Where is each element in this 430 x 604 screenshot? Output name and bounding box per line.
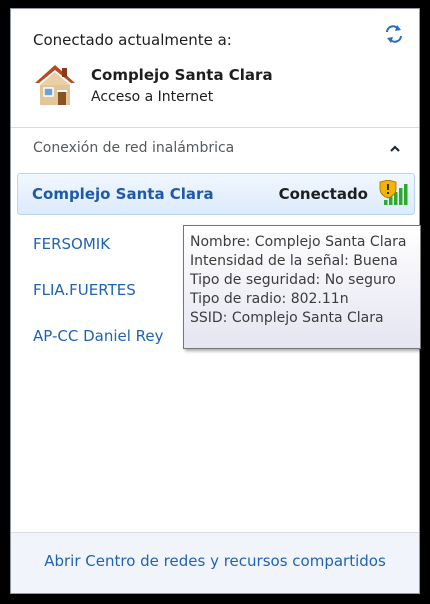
signal-strength-icon	[379, 180, 408, 205]
chevron-up-icon[interactable]	[387, 141, 403, 157]
active-network-name: Complejo Santa Clara	[32, 185, 214, 203]
house-icon	[35, 65, 75, 105]
tooltip-name: Nombre: Complejo Santa Clara	[190, 234, 407, 250]
connection-header: Conectado actualmente a: Complejo Santa …	[11, 9, 419, 127]
wireless-section-header[interactable]: Conexión de red inalámbrica	[11, 131, 419, 169]
network-center-link[interactable]: Abrir Centro de redes y recursos compart…	[11, 552, 419, 570]
current-network-access: Acceso a Internet	[91, 89, 214, 105]
security-warning-icon	[379, 180, 397, 199]
network-item-active[interactable]: Complejo Santa Clara Conectado	[17, 173, 415, 215]
tooltip-security: Tipo de seguridad: No seguro	[190, 272, 396, 288]
network-item-ap-cc-daniel-rey[interactable]: AP-CC Daniel Rey	[33, 327, 164, 345]
network-item-flia-fuertes[interactable]: FLIA.FUERTES	[33, 281, 136, 299]
tooltip-ssid: SSID: Complejo Santa Clara	[190, 310, 384, 326]
connection-status: Conectado	[278, 185, 368, 203]
network-tooltip: Nombre: Complejo Santa Clara Intensidad …	[183, 225, 421, 349]
network-flyout: Conectado actualmente a: Complejo Santa …	[10, 8, 421, 594]
section-label: Conexión de red inalámbrica	[33, 140, 235, 156]
tooltip-radio: Tipo de radio: 802.11n	[190, 291, 349, 307]
header-divider	[11, 127, 419, 128]
network-item-fersomik[interactable]: FERSOMIK	[33, 235, 110, 253]
connected-title: Conectado actualmente a:	[33, 31, 232, 49]
tooltip-signal: Intensidad de la señal: Buena	[190, 253, 398, 269]
footer: Abrir Centro de redes y recursos compart…	[11, 532, 419, 593]
refresh-icon[interactable]	[383, 23, 405, 45]
current-network-name: Complejo Santa Clara	[91, 66, 273, 84]
